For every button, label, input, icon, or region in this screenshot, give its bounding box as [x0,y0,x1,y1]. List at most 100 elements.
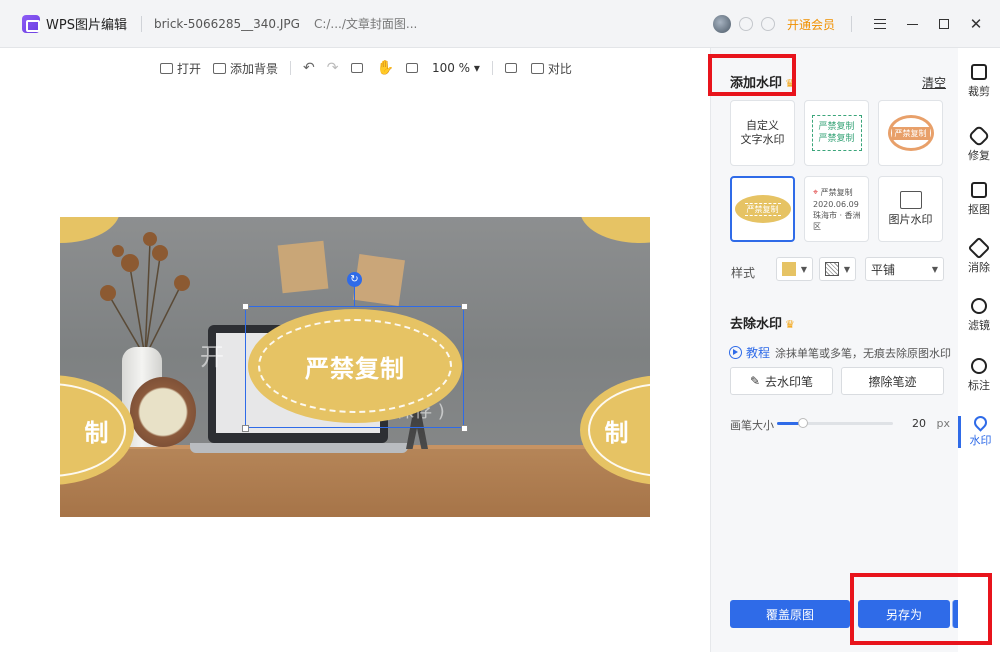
toolbar-separator [290,61,292,75]
opacity-select[interactable]: ▼ [819,257,856,281]
clear-link[interactable]: 清空 [922,74,946,91]
image-watermark-card[interactable]: 图片水印 [878,176,943,242]
resize-handle[interactable] [461,425,468,432]
erase-strokes-button[interactable]: 擦除笔迹 [841,367,944,395]
tutorial-label: 教程 [746,346,771,360]
highlight-box [850,573,992,645]
remove-watermark-label: 去除水印 [730,317,783,332]
brush-unit: px [936,417,951,430]
resize-handle[interactable] [242,303,249,310]
sticky-note [277,240,329,294]
overwrite-button[interactable]: 覆盖原图 [730,600,850,628]
annotate-icon [971,358,987,374]
app-logo-icon [22,14,40,33]
image-icon[interactable] [350,63,363,73]
hand-icon[interactable]: ✋ [377,60,394,76]
watermark-faint-text: 开 [200,343,224,371]
color-select[interactable]: ▼ [776,257,813,281]
add-background-label: 添加背景 [230,61,279,76]
tutorial-link[interactable]: 教程 [729,344,770,361]
stamp-oval-card[interactable]: 严禁复制 [730,176,795,242]
sidebar-item-crop[interactable]: 裁剪 [958,64,1000,99]
compare-button[interactable]: 对比 [530,60,572,77]
open-label: 打开 [177,61,202,76]
shield-icon[interactable] [760,17,775,31]
sidebar-item-repair[interactable]: 修复 [958,124,1000,163]
overwrite-label: 覆盖原图 [765,607,814,622]
sidebar-item-label: 裁剪 [968,85,990,98]
watermark-icon [971,413,990,432]
location-watermark-card[interactable]: ⌖ 严禁复制 2020.06.09 珠海市 · 香洲区 [804,176,869,242]
file-path: C:/.../文章封面图... [313,17,418,31]
paint-bucket-icon [213,62,227,74]
sidebar-item-label: 滤镜 [968,319,990,332]
user-avatar[interactable] [712,15,731,33]
alarm-clock [130,377,196,447]
style-label: 样式 [731,266,756,280]
remove-pen-label: 去水印笔 [765,374,814,389]
sidebar-item-label: 标注 [968,379,990,392]
chevron-down-icon: ▼ [843,264,850,274]
sidebar-item-filter[interactable]: 滤镜 [958,298,1000,333]
brush-value: 20 [912,417,926,430]
redo-icon[interactable]: ↷ [327,60,339,76]
add-background-button[interactable]: 添加背景 [213,60,278,77]
sidebar-item-label: 抠图 [968,203,990,216]
copy-icon[interactable] [504,63,517,73]
settings-icon[interactable] [738,17,753,31]
stamp-round-card[interactable]: 严禁复制 [878,100,943,166]
rotate-handle-icon[interactable]: ↻ [347,272,362,287]
sidebar-item-erase[interactable]: 消除 [958,236,1000,275]
cutout-icon [971,182,987,198]
sidebar-item-watermark[interactable]: 水印 [958,413,1000,448]
sidebar-item-cutout[interactable]: 抠图 [958,182,1000,217]
stamp-rect-text: 严禁复制 [818,122,855,132]
tile-mode-select[interactable]: 平铺 ▼ [865,257,944,281]
custom-text-watermark-card[interactable]: 自定义 文字水印 [730,100,795,166]
sidebar-item-annotate[interactable]: 标注 [958,358,1000,393]
maximize-icon [939,19,949,29]
location-place: 珠海市 · 香洲区 [813,210,861,231]
vip-link[interactable]: 开通会员 [787,16,835,33]
close-button[interactable]: ✕ [962,10,990,38]
folder-icon [160,62,173,74]
remove-pen-button[interactable]: ✎ 去水印笔 [730,367,833,395]
app-title: WPS图片编辑 [46,18,127,33]
maximize-button[interactable] [930,10,958,38]
zoom-select[interactable]: 100 % ▾ [432,61,480,75]
slider-knob[interactable] [797,418,808,428]
selection-box[interactable] [245,306,464,428]
brush-size-slider[interactable] [777,418,893,428]
minimize-icon [906,23,918,25]
brush-size-label: 画笔大小 [730,419,774,432]
pen-icon: ✎ [749,374,761,388]
stamp-round-text: 严禁复制 [891,126,930,140]
chevron-down-icon: ▼ [800,264,807,274]
resize-handle[interactable] [461,303,468,310]
minimize-button[interactable] [898,10,926,38]
menu-button[interactable] [866,10,894,38]
chevron-down-icon: ▼ [931,264,938,274]
open-button[interactable]: 打开 [160,60,201,77]
location-date: 2020.06.09 [813,199,859,209]
stamp-rect-text: 严禁复制 [818,134,855,144]
sidebar-item-label: 水印 [969,434,992,447]
stamp-rect-preview: 严禁复制 严禁复制 [811,115,862,151]
location-title: 严禁复制 [820,187,853,197]
toolbar-separator-2 [491,61,493,75]
image-watermark-label: 图片水印 [888,213,933,226]
sidebar-item-label: 消除 [968,261,990,274]
fit-screen-icon[interactable] [405,63,418,73]
undo-icon[interactable]: ↶ [303,60,315,76]
resize-handle[interactable] [242,425,249,432]
stamp-rect-card[interactable]: 严禁复制 严禁复制 [804,100,869,166]
file-name: brick-5066285__340.JPG [153,16,300,31]
title-separator-2 [851,16,852,32]
eraser-icon [967,236,991,260]
location-pin-icon: ⌖ [813,187,819,198]
tool-sidebar: 裁剪 修复 抠图 消除 滤镜 标注 水印 [958,48,1000,652]
rotate-line [354,286,355,306]
desk [60,449,650,517]
sidebar-item-label: 修复 [968,149,990,162]
remove-watermark-title: 去除水印 ♛ [730,313,795,332]
